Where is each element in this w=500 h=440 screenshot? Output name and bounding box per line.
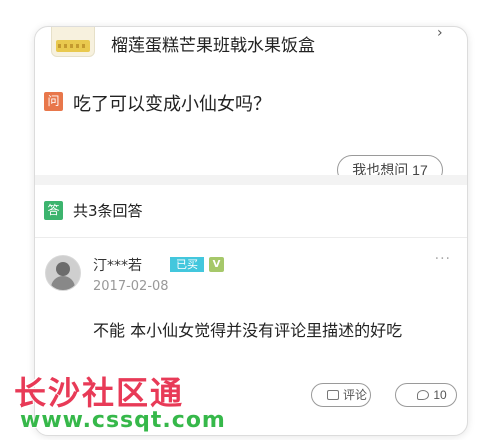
answers-count: 共3条回答 (73, 202, 143, 220)
answers-header: 答 共3条回答 (35, 193, 467, 229)
thumbnail-pattern (58, 44, 88, 48)
product-thumbnail (51, 27, 95, 57)
question-text: 吃了可以变成小仙女吗？ (73, 94, 271, 115)
comment-icon (326, 390, 339, 400)
avatar-head (56, 262, 70, 276)
answer-tag: 答 (44, 201, 63, 220)
purchased-badge: 已买 (170, 257, 204, 272)
divider-line (35, 237, 467, 238)
watermark-url: www.cssqt.com (20, 408, 226, 433)
reply-count: 10 (433, 388, 447, 402)
reply-count-button[interactable]: 10 (395, 383, 457, 407)
chevron-right-icon[interactable]: › (437, 27, 447, 40)
question-tag: 问 (44, 92, 63, 111)
avatar-body (51, 276, 75, 290)
answer-text: 不能 本小仙女觉得并没有评论里描述的好吃 (93, 321, 403, 340)
post-date: 2017-02-08 (93, 279, 169, 294)
verified-icon: V (209, 257, 224, 272)
comment-button[interactable]: 评论 (311, 383, 371, 407)
chat-bubble-icon (417, 390, 430, 400)
username[interactable]: 汀***若 (93, 255, 142, 275)
product-strip[interactable]: 榴莲蛋糕芒果班戟水果饭盒 › (35, 27, 467, 63)
comment-label: 评论 (342, 388, 367, 402)
avatar[interactable] (45, 255, 81, 291)
product-name: 榴莲蛋糕芒果班戟水果饭盒 (111, 36, 315, 56)
more-options-icon[interactable]: ··· (435, 251, 451, 267)
section-divider (35, 175, 467, 185)
